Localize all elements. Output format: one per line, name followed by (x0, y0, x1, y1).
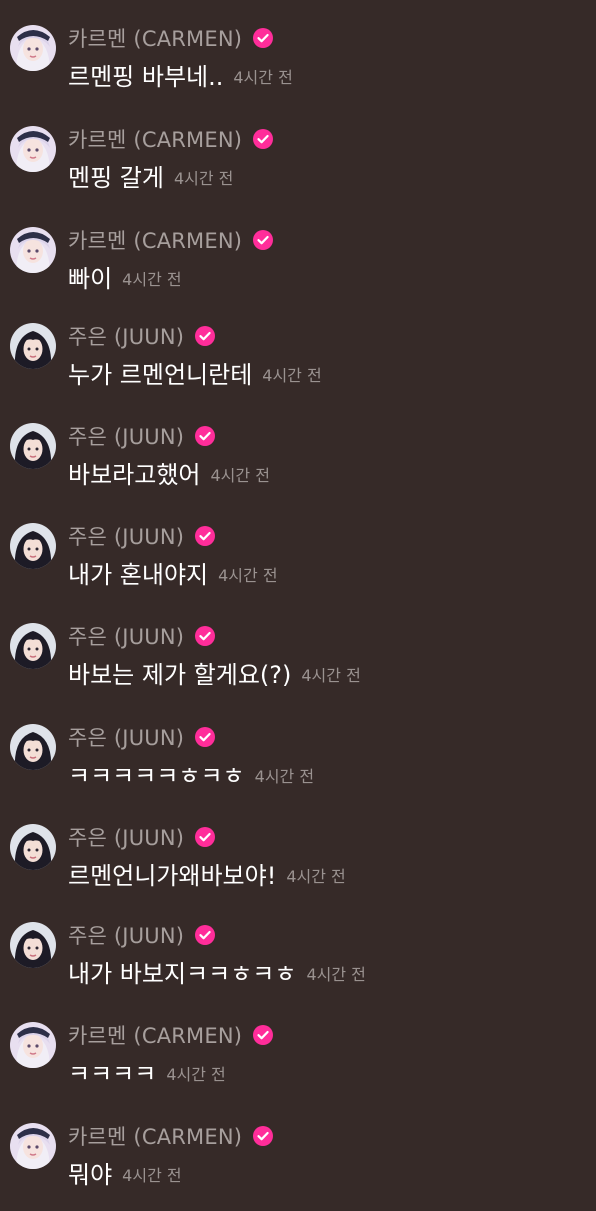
carmen-avatar[interactable] (10, 25, 56, 71)
author-name[interactable]: 주은 (JUUN) (68, 521, 184, 551)
author-name[interactable]: 카르멘 (CARMEN) (68, 1121, 242, 1151)
timestamp: 4시간 전 (233, 68, 293, 87)
carmen-avatar[interactable] (10, 126, 56, 172)
message-row: 뭐야 4시간 전 (68, 1154, 182, 1190)
timestamp: 4시간 전 (262, 366, 322, 385)
juun-avatar[interactable] (10, 523, 56, 569)
carmen-avatar[interactable] (10, 1022, 56, 1068)
message-text: 빠이 (68, 264, 113, 293)
message-row: 르멘언니가왜바보야! 4시간 전 (68, 855, 346, 891)
chat-message: 주은 (JUUN) 내가 혼내야지 4시간 전 (0, 521, 596, 611)
message-row: 바보는 제가 할게요(?) 4시간 전 (68, 654, 361, 690)
timestamp: 4시간 전 (122, 270, 182, 289)
verified-badge-icon (252, 27, 274, 49)
author-row: 주은 (JUUN) (68, 621, 216, 651)
message-row: ㅋㅋㅋㅋㅋㅎㅋㅎ 4시간 전 (68, 755, 314, 791)
chat-message: 카르멘 (CARMEN) ㅋㅋㅋㅋ 4시간 전 (0, 1020, 596, 1110)
message-text: 내가 바보지ㅋㅋㅎㅋㅎ (68, 959, 297, 988)
timestamp: 4시간 전 (173, 169, 234, 188)
message-text: ㅋㅋㅋㅋ (68, 1059, 157, 1088)
juun-avatar[interactable] (10, 824, 56, 870)
author-name[interactable]: 카르멘 (CARMEN) (68, 1020, 242, 1050)
chat-message: 주은 (JUUN) 바보라고했어 4시간 전 (0, 421, 596, 511)
verified-badge-icon (252, 229, 274, 251)
message-text: 르멘핑 바부네.. (68, 62, 224, 91)
chat-message: 카르멘 (CARMEN) 멘핑 갈게 4시간 전 (0, 124, 596, 214)
verified-badge-icon (194, 325, 216, 347)
message-row: 바보라고했어 4시간 전 (68, 454, 270, 490)
carmen-avatar[interactable] (10, 1123, 56, 1169)
message-text: 르멘언니가왜바보야! (68, 861, 277, 890)
verified-badge-icon (252, 128, 274, 150)
verified-badge-icon (194, 425, 216, 447)
message-row: 빠이 4시간 전 (68, 258, 182, 294)
timestamp: 4시간 전 (210, 466, 270, 485)
chat-message: 카르멘 (CARMEN) 르멘핑 바부네.. 4시간 전 (0, 23, 596, 113)
verified-badge-icon (194, 625, 216, 647)
juun-avatar[interactable] (10, 323, 56, 369)
author-row: 카르멘 (CARMEN) (68, 1020, 274, 1050)
author-name[interactable]: 주은 (JUUN) (68, 421, 184, 451)
author-row: 주은 (JUUN) (68, 421, 216, 451)
author-name[interactable]: 주은 (JUUN) (68, 920, 184, 950)
author-row: 카르멘 (CARMEN) (68, 1121, 274, 1151)
author-row: 카르멘 (CARMEN) (68, 23, 274, 53)
message-row: 누가 르멘언니란테 4시간 전 (68, 354, 322, 390)
author-row: 주은 (JUUN) (68, 920, 216, 950)
author-name[interactable]: 카르멘 (CARMEN) (68, 124, 242, 154)
author-name[interactable]: 주은 (JUUN) (68, 722, 184, 752)
chat-message: 주은 (JUUN) ㅋㅋㅋㅋㅋㅎㅋㅎ 4시간 전 (0, 722, 596, 812)
message-row: 내가 혼내야지 4시간 전 (68, 554, 278, 590)
author-name[interactable]: 카르멘 (CARMEN) (68, 23, 242, 53)
timestamp: 4시간 전 (218, 566, 278, 585)
timestamp: 4시간 전 (122, 1166, 182, 1185)
carmen-avatar[interactable] (10, 227, 56, 273)
author-row: 주은 (JUUN) (68, 822, 216, 852)
verified-badge-icon (252, 1125, 274, 1147)
message-text: 멘핑 갈게 (68, 163, 164, 192)
timestamp: 4시간 전 (254, 767, 315, 786)
message-row: 내가 바보지ㅋㅋㅎㅋㅎ 4시간 전 (68, 953, 366, 989)
chat-message: 주은 (JUUN) 내가 바보지ㅋㅋㅎㅋㅎ 4시간 전 (0, 920, 596, 1010)
chat-message: 카르멘 (CARMEN) 빠이 4시간 전 (0, 225, 596, 315)
author-name[interactable]: 주은 (JUUN) (68, 321, 184, 351)
message-text: 바보는 제가 할게요(?) (68, 660, 292, 689)
author-row: 주은 (JUUN) (68, 321, 216, 351)
juun-avatar[interactable] (10, 423, 56, 469)
verified-badge-icon (194, 525, 216, 547)
author-name[interactable]: 주은 (JUUN) (68, 621, 184, 651)
author-name[interactable]: 카르멘 (CARMEN) (68, 225, 242, 255)
chat-message: 주은 (JUUN) 르멘언니가왜바보야! 4시간 전 (0, 822, 596, 912)
message-text: 뭐야 (68, 1160, 113, 1189)
chat-feed: 카르멘 (CARMEN) 르멘핑 바부네.. 4시간 전 카르멘 (CARMEN… (0, 0, 596, 1200)
verified-badge-icon (194, 924, 216, 946)
message-text: ㅋㅋㅋㅋㅋㅎㅋㅎ (68, 761, 245, 790)
author-row: 카르멘 (CARMEN) (68, 124, 274, 154)
verified-badge-icon (252, 1024, 274, 1046)
chat-message: 주은 (JUUN) 바보는 제가 할게요(?) 4시간 전 (0, 621, 596, 711)
juun-avatar[interactable] (10, 724, 56, 770)
timestamp: 4시간 전 (286, 867, 346, 886)
message-text: 누가 르멘언니란테 (68, 360, 253, 389)
juun-avatar[interactable] (10, 922, 56, 968)
author-row: 주은 (JUUN) (68, 722, 216, 752)
timestamp: 4시간 전 (301, 666, 361, 685)
verified-badge-icon (194, 726, 216, 748)
chat-message: 주은 (JUUN) 누가 르멘언니란테 4시간 전 (0, 321, 596, 411)
message-row: 멘핑 갈게 4시간 전 (68, 157, 233, 193)
chat-message: 카르멘 (CARMEN) 뭐야 4시간 전 (0, 1121, 596, 1211)
juun-avatar[interactable] (10, 623, 56, 669)
timestamp: 4시간 전 (306, 965, 366, 984)
author-name[interactable]: 주은 (JUUN) (68, 822, 184, 852)
message-text: 바보라고했어 (68, 460, 201, 489)
verified-badge-icon (194, 826, 216, 848)
message-row: ㅋㅋㅋㅋ 4시간 전 (68, 1053, 226, 1089)
timestamp: 4시간 전 (166, 1065, 226, 1084)
author-row: 주은 (JUUN) (68, 521, 216, 551)
message-row: 르멘핑 바부네.. 4시간 전 (68, 56, 293, 92)
author-row: 카르멘 (CARMEN) (68, 225, 274, 255)
message-text: 내가 혼내야지 (68, 560, 209, 589)
